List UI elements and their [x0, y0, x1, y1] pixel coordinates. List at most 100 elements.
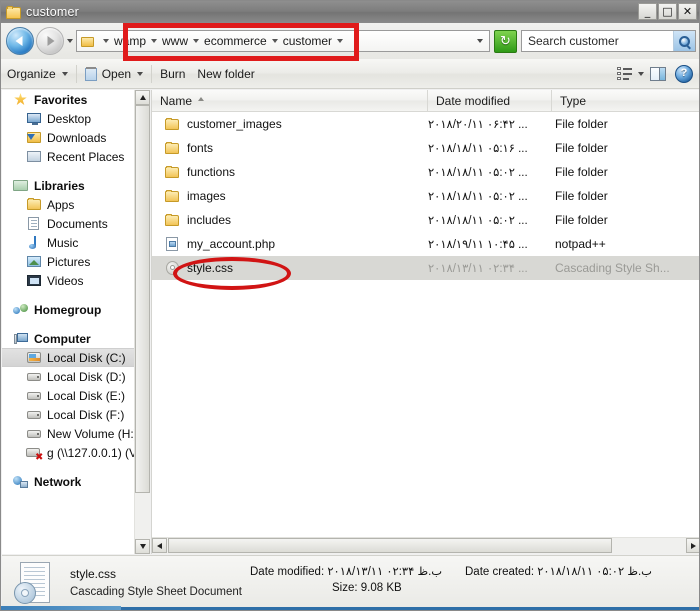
sort-ascending-icon [198, 97, 205, 101]
sidebar-item-network-drive-v[interactable]: ✖ g (\\127.0.0.1) (V: [2, 443, 135, 463]
column-header-date-modified[interactable]: Date modified [428, 90, 552, 111]
table-row[interactable]: images ۲۰۱۸/۱۸/۱۱ ۰۵:۰۲ ... File folder [152, 184, 699, 208]
chevron-down-icon [66, 39, 73, 43]
file-name: images [187, 189, 226, 203]
nav-group-favorites[interactable]: Favorites [2, 90, 135, 109]
nav-group-libraries[interactable]: Libraries [2, 176, 135, 195]
table-row[interactable]: includes ۲۰۱۸/۱۸/۱۱ ۰۵:۰۲ ... File folde… [152, 208, 699, 232]
date-modified-cell: ۲۰۱۸/۲۰/۱۱ ۰۶:۴۲ ... [428, 119, 528, 131]
breadcrumb-separator-icon[interactable] [271, 39, 278, 43]
details-date-created: Date created: ۲۰۱۸/۱۸/۱۱ ب.ظ ۰۵:۰۲ [465, 566, 652, 578]
sidebar-item-local-disk-e[interactable]: Local Disk (E:) [2, 386, 135, 405]
column-header-name[interactable]: Name [152, 90, 428, 111]
command-toolbar: Organize Open Burn New folder ? [1, 59, 699, 89]
navigation-scrollbar[interactable] [134, 90, 150, 554]
breadcrumb-item-ecommerce[interactable]: ecommerce [204, 34, 267, 48]
breadcrumb-separator-icon[interactable] [337, 39, 344, 43]
date-modified-cell: ۲۰۱۸/۱۸/۱۱ ۰۵:۰۲ ... [428, 167, 528, 179]
change-view-button[interactable] [611, 63, 650, 85]
breadcrumb-item-customer[interactable]: customer [283, 34, 332, 48]
scrollbar-thumb[interactable] [135, 105, 150, 493]
search-input[interactable]: Search customer [522, 34, 673, 48]
help-button[interactable]: ? [675, 64, 693, 83]
search-box[interactable]: Search customer [521, 30, 696, 52]
navigation-pane[interactable]: Favorites Desktop Downloads Recent Place… [2, 90, 150, 554]
sidebar-item-local-disk-d[interactable]: Local Disk (D:) [2, 367, 135, 386]
organize-button[interactable]: Organize [1, 63, 74, 85]
breadcrumb-separator-icon[interactable] [151, 39, 158, 43]
horizontal-scrollbar[interactable] [152, 537, 699, 554]
homegroup-icon [13, 302, 29, 317]
date-modified-cell: ۲۰۱۸/۱۸/۱۱ ۰۵:۰۲ ... [428, 215, 528, 227]
close-button[interactable]: ✕ [678, 3, 697, 20]
file-name-cell[interactable]: functions [152, 165, 428, 180]
table-row[interactable]: fonts ۲۰۱۸/۱۸/۱۱ ۰۵:۱۶ ... File folder [152, 136, 699, 160]
sidebar-item-local-disk-c[interactable]: Local Disk (C:) [2, 348, 135, 367]
maximize-button[interactable]: □ [658, 3, 677, 20]
breadcrumb-separator-icon[interactable] [103, 39, 109, 43]
details-file-type: Cascading Style Sheet Document [70, 585, 242, 598]
sidebar-item-local-disk-f[interactable]: Local Disk (F:) [2, 405, 135, 424]
open-button[interactable]: Open [79, 63, 149, 85]
nav-label: Network [34, 474, 82, 489]
file-name-cell[interactable]: fonts [152, 141, 428, 156]
scroll-down-icon[interactable] [135, 539, 150, 554]
table-row[interactable]: my_account.php ۲۰۱۸/۱۹/۱۱ ۱۰:۴۵ ... notp… [152, 232, 699, 256]
back-button[interactable] [6, 27, 34, 55]
file-name-cell[interactable]: images [152, 189, 428, 204]
libraries-icon [13, 178, 29, 193]
sidebar-item-pictures[interactable]: Pictures [2, 252, 135, 271]
details-file-name: style.css [70, 566, 117, 581]
views-list-icon [617, 67, 632, 80]
table-row[interactable]: customer_images ۲۰۱۸/۲۰/۱۱ ۰۶:۴۲ ... Fil… [152, 112, 699, 136]
sidebar-item-network[interactable]: Network [2, 472, 135, 491]
new-folder-button[interactable]: New folder [191, 63, 260, 85]
disconnected-network-drive-icon: ✖ [26, 445, 43, 463]
css-file-icon [164, 260, 181, 276]
scroll-left-icon[interactable] [152, 538, 167, 553]
column-header-type[interactable]: Type [552, 90, 699, 111]
breadcrumb-separator-icon[interactable] [193, 39, 200, 43]
address-dropdown-button[interactable] [471, 31, 489, 51]
file-list-pane[interactable]: Name Date modified Type customer_images … [151, 90, 699, 554]
address-bar[interactable]: wamp www ecommerce customer [76, 30, 490, 52]
table-row[interactable]: style.css ۲۰۱۸/۱۳/۱۱ ۰۲:۳۴ ... Cascading… [152, 256, 699, 280]
system-drive-icon [26, 350, 42, 365]
window-controls: _ □ ✕ [638, 3, 697, 20]
nav-label: Downloads [47, 130, 107, 145]
drive-icon [26, 369, 42, 384]
breadcrumb: wamp www ecommerce customer [98, 34, 471, 48]
search-button[interactable] [673, 31, 695, 51]
scrollbar-thumb[interactable] [168, 538, 612, 553]
breadcrumb-item-www[interactable]: www [162, 34, 188, 48]
preview-pane-button[interactable] [650, 66, 666, 81]
table-row[interactable]: functions ۲۰۱۸/۱۸/۱۱ ۰۵:۰۲ ... File fold… [152, 160, 699, 184]
sidebar-item-homegroup[interactable]: Homegroup [2, 300, 135, 319]
breadcrumb-item-wamp[interactable]: wamp [114, 34, 146, 48]
scroll-up-icon[interactable] [135, 90, 150, 105]
sidebar-item-documents[interactable]: Documents [2, 214, 135, 233]
nav-label: Local Disk (F:) [47, 407, 125, 422]
scroll-right-icon[interactable] [686, 538, 699, 553]
file-name-cell[interactable]: includes [152, 213, 428, 228]
sidebar-item-apps[interactable]: Apps [2, 195, 135, 214]
file-name-cell[interactable]: style.css [152, 260, 428, 276]
minimize-button[interactable]: _ [638, 3, 657, 20]
sidebar-item-recent-places[interactable]: Recent Places [2, 147, 135, 166]
column-label: Type [560, 93, 587, 108]
column-headers: Name Date modified Type [152, 90, 699, 112]
type-cell: Cascading Style Sh... [555, 261, 670, 275]
forward-button[interactable] [36, 27, 64, 55]
burn-button[interactable]: Burn [154, 63, 191, 85]
sidebar-item-new-volume-h[interactable]: New Volume (H:) [2, 424, 135, 443]
file-name-cell[interactable]: my_account.php [152, 236, 428, 252]
sidebar-item-videos[interactable]: Videos [2, 271, 135, 290]
sidebar-item-desktop[interactable]: Desktop [2, 109, 135, 128]
sidebar-item-downloads[interactable]: Downloads [2, 128, 135, 147]
nav-group-computer[interactable]: Computer [2, 329, 135, 348]
nav-label: Computer [34, 331, 91, 346]
sidebar-item-music[interactable]: Music [2, 233, 135, 252]
refresh-button[interactable]: ↻ [494, 29, 517, 53]
recent-locations-button[interactable] [64, 28, 75, 54]
file-name-cell[interactable]: customer_images [152, 117, 428, 132]
